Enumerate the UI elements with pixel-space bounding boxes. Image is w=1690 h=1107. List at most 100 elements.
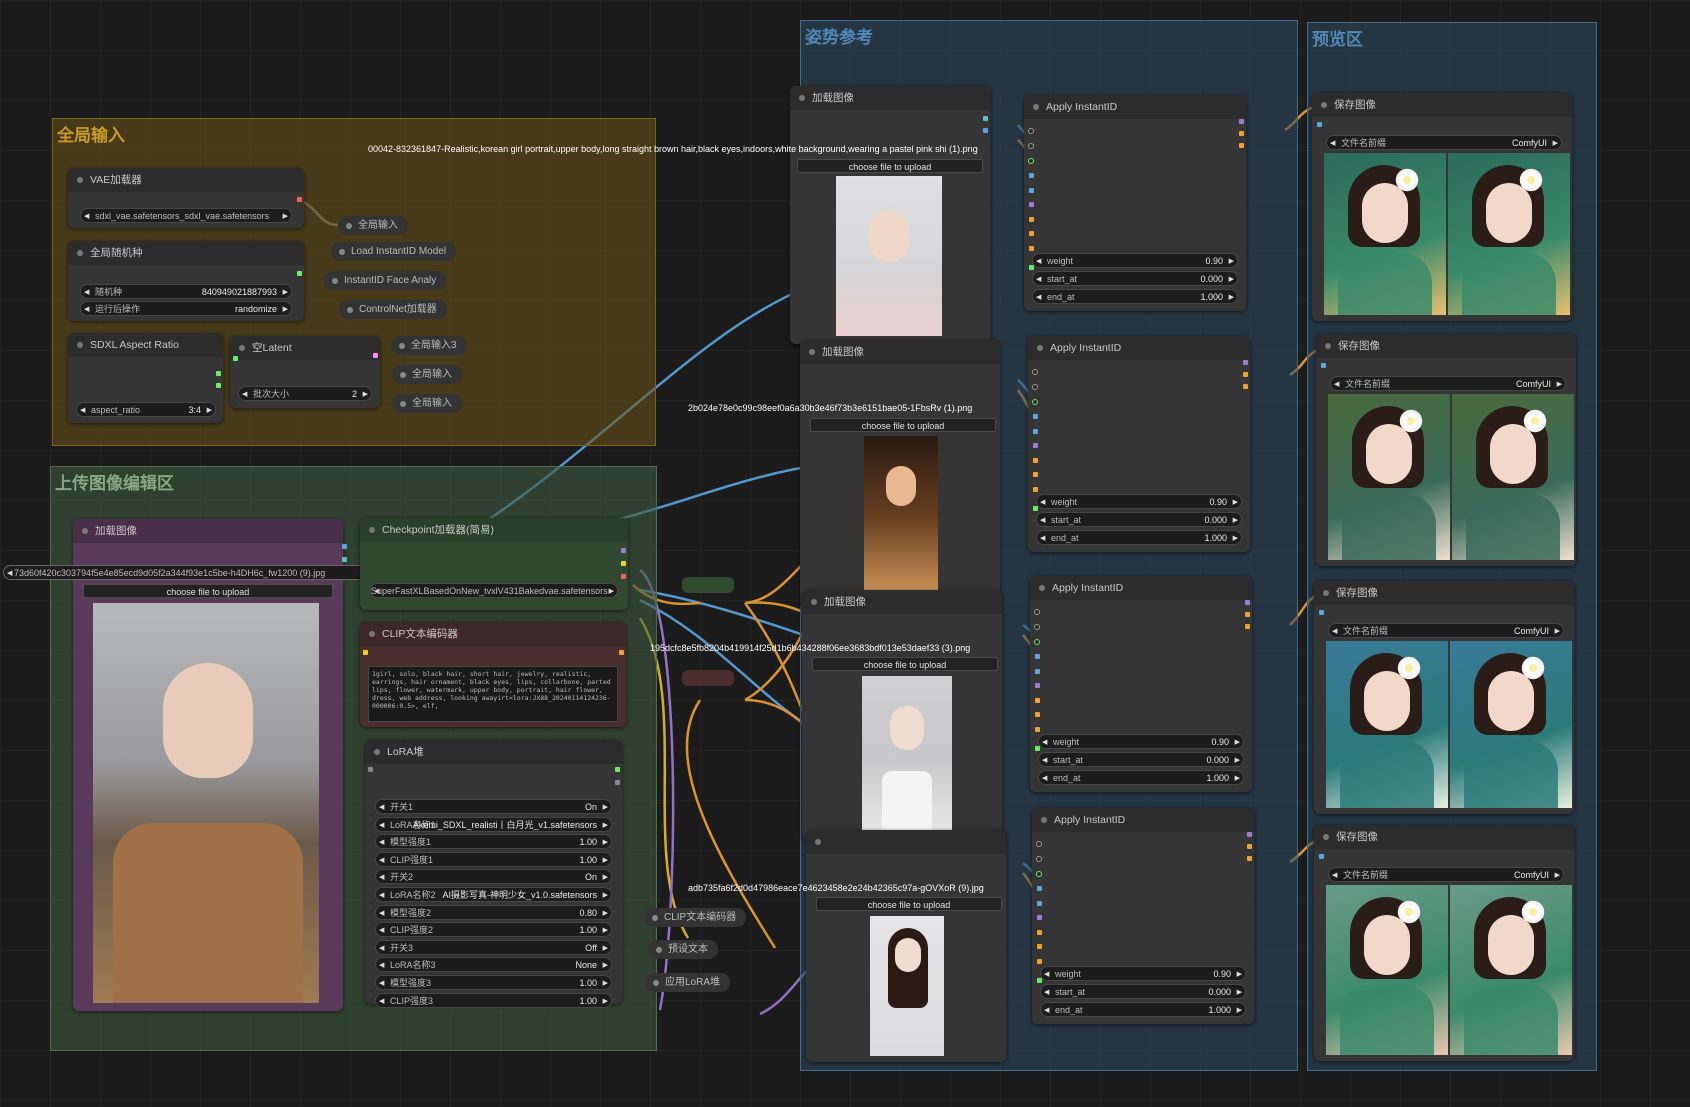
output-slot[interactable] <box>1243 360 1248 365</box>
aspect-ratio-select[interactable]: aspect_ratio3:4 <box>76 402 216 417</box>
save-image-node[interactable]: 保存图像文件名前缀 ComfyUI <box>1314 825 1574 1061</box>
input-slot[interactable] <box>1032 399 1038 405</box>
input-slot[interactable] <box>1033 443 1038 448</box>
end-at-field[interactable]: end_at 1.000 <box>1032 289 1238 304</box>
lora-row[interactable]: 开关1 On <box>375 799 612 814</box>
upload-button[interactable]: choose file to upload <box>810 418 996 432</box>
empty-latent-node[interactable]: 空Latent 批次大小2 <box>230 336 380 408</box>
end-at-field[interactable]: end_at 1.000 <box>1036 530 1242 545</box>
output-slot[interactable] <box>615 780 620 785</box>
output-slot[interactable] <box>1239 131 1244 136</box>
input-slot[interactable] <box>1035 726 1040 732</box>
image-filename[interactable]: 00042-832361847-Realistic,korean girl po… <box>368 144 978 154</box>
clip-text-encoder-mini[interactable]: CLIP文本编码器 <box>644 908 747 927</box>
sdxl-aspect-ratio-node[interactable]: SDXL Aspect Ratio aspect_ratio3:4 <box>68 333 223 423</box>
output-slot[interactable] <box>297 271 302 276</box>
weight-field[interactable]: weight 0.90 <box>1032 253 1238 268</box>
input-slot[interactable] <box>1034 639 1040 645</box>
preset-text-mini[interactable]: 预设文本 <box>648 940 718 959</box>
filename-prefix-field[interactable]: 文件名前缀 ComfyUI <box>1330 376 1566 391</box>
input-slot[interactable] <box>1033 457 1038 463</box>
reroute-node[interactable] <box>682 577 734 593</box>
input-slot[interactable] <box>1036 856 1042 862</box>
output-slot[interactable] <box>983 128 988 133</box>
input-slot[interactable] <box>1032 369 1038 375</box>
save-image-node[interactable]: 保存图像文件名前缀 ComfyUI <box>1316 334 1576 566</box>
lora-row[interactable]: CLIP强度1 1.00 <box>375 851 612 867</box>
input-slot[interactable] <box>1321 363 1326 368</box>
input-slot[interactable] <box>1037 944 1042 949</box>
filename-prefix-field[interactable]: 文件名前缀 ComfyUI <box>1326 135 1562 150</box>
input-slot[interactable] <box>1028 158 1034 164</box>
start-at-field[interactable]: start_at 0.000 <box>1040 984 1246 999</box>
output-slot[interactable] <box>1243 372 1248 377</box>
input-slot[interactable] <box>1034 609 1040 615</box>
input-slot[interactable] <box>1033 414 1038 419</box>
input-slot[interactable] <box>1029 173 1034 178</box>
output-slot[interactable] <box>1239 119 1244 124</box>
output-slot[interactable] <box>983 116 988 121</box>
output-slot[interactable] <box>1247 844 1252 849</box>
input-slot[interactable] <box>1036 871 1042 877</box>
generated-image-preview[interactable] <box>1448 153 1570 315</box>
apply-instantid-node[interactable]: Apply InstantID weight 0.90 start_at 0.000 en… <box>1030 576 1252 792</box>
vae-loader-node[interactable]: VAE加载器 sdxl_vae.safetensors_sdxl_vae.saf… <box>68 168 304 228</box>
pose-load-image-node-4[interactable]: adb735fa6f2d0d47986eace7e4623458e2e24b42… <box>688 830 1006 1062</box>
input-slot[interactable] <box>1028 143 1034 149</box>
input-slot[interactable] <box>1037 915 1042 920</box>
apply-lora-stack-mini[interactable]: 应用LoRA堆 <box>645 973 731 992</box>
start-at-field[interactable]: start_at 0.000 <box>1036 512 1242 527</box>
output-slot[interactable] <box>1243 384 1248 389</box>
output-slot[interactable] <box>216 383 221 388</box>
output-slot[interactable] <box>1247 832 1252 837</box>
node-canvas[interactable]: 全局输入 上传图像编辑区 姿势参考 预览区 VAE加载器 sdxl_vae.sa… <box>0 0 1690 1107</box>
lora-stack-node[interactable]: LoRA堆 开关1 On LoRA名称1Akemi_SDXL_realisti丨白月… <box>365 740 622 1008</box>
lora-row[interactable]: 开关3 Off <box>375 939 612 955</box>
generated-image-preview[interactable] <box>1450 885 1572 1055</box>
input-slot[interactable] <box>1035 668 1040 674</box>
output-slot[interactable] <box>621 548 626 553</box>
input-slot[interactable] <box>1034 624 1040 630</box>
start-at-field[interactable]: start_at 0.000 <box>1032 271 1238 286</box>
weight-field[interactable]: weight 0.90 <box>1036 494 1242 509</box>
output-slot[interactable] <box>619 650 624 655</box>
upload-button[interactable]: choose file to upload <box>83 584 333 598</box>
checkpoint-loader-node[interactable]: Checkpoint加载器(简易) turbovisionxlSuperFast… <box>360 518 628 610</box>
lora-row[interactable]: LoRA名称2 AI摄影写真-神明少女_v1.0.safetensors <box>375 887 612 902</box>
vae-select[interactable]: sdxl_vae.safetensors_sdxl_vae.safetensor… <box>80 208 292 223</box>
input-slot[interactable] <box>1319 610 1324 615</box>
output-slot[interactable] <box>1247 856 1252 861</box>
lora-row[interactable]: 模型强度2 0.80 <box>375 904 612 920</box>
generated-image-preview[interactable] <box>1324 153 1446 315</box>
input-slot[interactable] <box>1028 128 1034 134</box>
output-slot[interactable] <box>342 544 347 549</box>
output-slot[interactable] <box>621 574 626 579</box>
input-slot[interactable] <box>233 356 238 361</box>
input-slot[interactable] <box>1032 384 1038 390</box>
instantid-face-analysis-mini[interactable]: InstantID Face Analy <box>324 271 447 290</box>
input-slot[interactable] <box>1037 886 1042 891</box>
lora-row[interactable]: CLIP强度3 1.00 <box>375 992 612 1008</box>
input-slot[interactable] <box>1033 486 1038 492</box>
generated-image-preview[interactable] <box>1326 885 1448 1055</box>
filename-prefix-field[interactable]: 文件名前缀 ComfyUI <box>1328 623 1564 638</box>
lora-row[interactable]: 模型强度1 1.00 <box>375 834 612 850</box>
output-slot[interactable] <box>342 557 347 562</box>
end-at-field[interactable]: end_at 1.000 <box>1040 1002 1246 1017</box>
load-image-main-node[interactable]: 加载图像 73d60f420c303794f5e4e85ecd9d05f2a34… <box>3 519 403 1011</box>
image-file-select[interactable]: 73d60f420c303794f5e4e85ecd9d05f2a344f93e… <box>3 565 403 580</box>
output-slot[interactable] <box>1245 624 1250 629</box>
output-slot[interactable] <box>297 197 302 202</box>
filename-prefix-field[interactable]: 文件名前缀 ComfyUI <box>1328 867 1564 882</box>
save-image-node[interactable]: 保存图像文件名前缀 ComfyUI <box>1314 581 1574 814</box>
upload-button[interactable]: choose file to upload <box>816 897 1002 911</box>
input-slot[interactable] <box>1035 697 1040 703</box>
input-slot[interactable] <box>1029 245 1034 251</box>
input-slot[interactable] <box>1037 929 1042 935</box>
output-slot[interactable] <box>1239 143 1244 148</box>
apply-instantid-node[interactable]: Apply InstantID weight 0.90 start_at 0.000 en… <box>1028 336 1250 552</box>
generated-image-preview[interactable] <box>1326 641 1448 808</box>
input-slot[interactable] <box>1037 958 1042 964</box>
input-slot[interactable] <box>1029 216 1034 222</box>
input-slot[interactable] <box>1035 712 1040 717</box>
